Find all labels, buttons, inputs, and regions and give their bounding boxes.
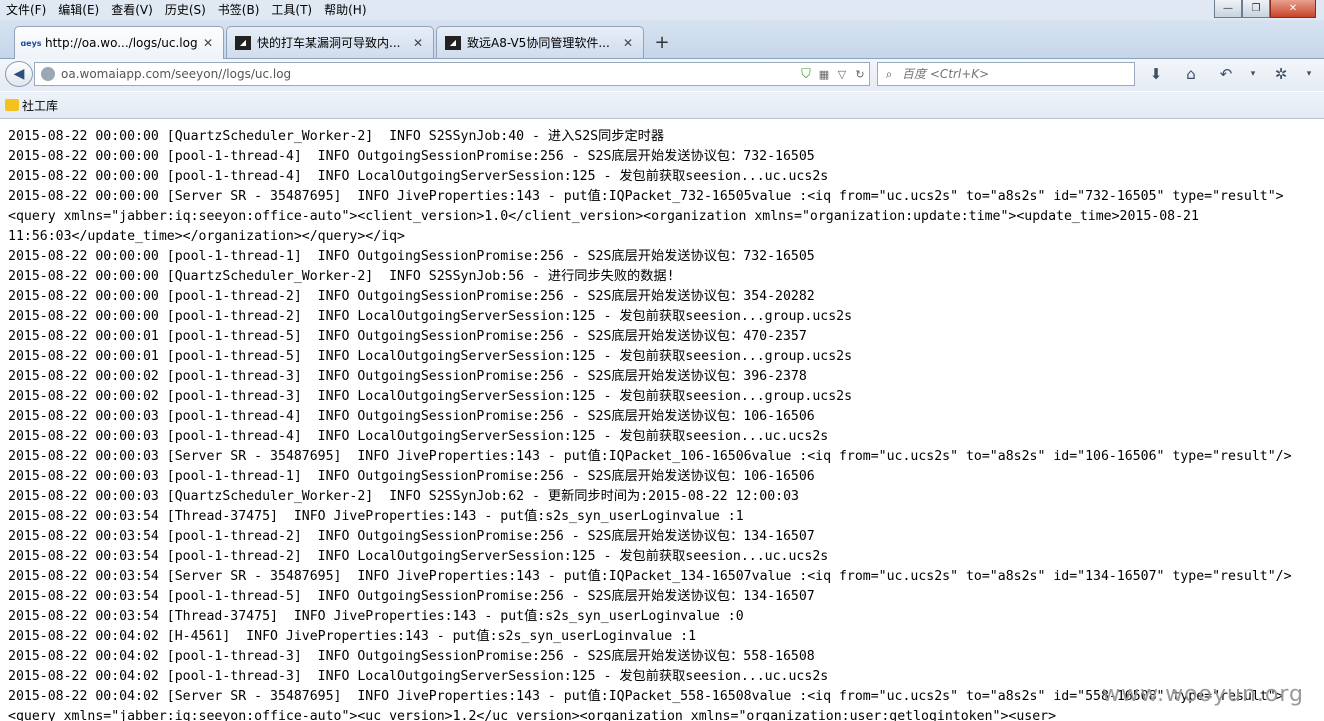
menu-view[interactable]: 查看(V) xyxy=(105,0,159,20)
bookmark-item[interactable]: 社工库 xyxy=(0,97,58,114)
tab-label: http://oa.wo.../logs/uc.log xyxy=(45,36,198,50)
bookmark-label: 社工库 xyxy=(22,98,59,113)
log-line: 2015-08-22 00:00:03 [Server SR - 3548769… xyxy=(8,449,1292,464)
tab-wooyun-1[interactable]: ◢ 快的打车某漏洞可导致内... ✕ xyxy=(226,26,434,58)
watermark: www.wooyun.org xyxy=(1102,682,1304,707)
log-line: 2015-08-22 00:00:00 [QuartzScheduler_Wor… xyxy=(8,129,665,144)
bookmarks-bar: 社工库 xyxy=(0,92,1324,119)
minimize-button[interactable]: — xyxy=(1214,0,1242,18)
address-bar[interactable]: oa.womaiapp.com/seeyon//logs/uc.log ⛉ ▦ … xyxy=(34,62,870,86)
log-line: <query xmlns="jabber:iq:seeyon:office-au… xyxy=(8,709,1057,721)
log-line: 11:56:03</update_time></organization></q… xyxy=(8,229,405,244)
wooyun-favicon-icon: ◢ xyxy=(445,35,461,50)
menu-tools[interactable]: 工具(T) xyxy=(265,0,318,20)
log-line: 2015-08-22 00:00:00 [pool-1-thread-2] IN… xyxy=(8,289,815,304)
new-tab-button[interactable]: + xyxy=(650,30,674,54)
log-line: 2015-08-22 00:03:54 [Server SR - 3548769… xyxy=(8,569,1292,584)
menu-icon[interactable]: ▾ xyxy=(1298,63,1320,85)
menu-file[interactable]: 文件(F) xyxy=(0,0,52,20)
url-text[interactable]: oa.womaiapp.com/seeyon//logs/uc.log xyxy=(61,67,797,81)
search-icon: ⌕ xyxy=(885,66,893,81)
log-line: 2015-08-22 00:00:03 [QuartzScheduler_Wor… xyxy=(8,489,799,504)
log-line: 2015-08-22 00:00:02 [pool-1-thread-3] IN… xyxy=(8,369,807,384)
menu-bar: 文件(F) 编辑(E) 查看(V) 历史(S) 书签(B) 工具(T) 帮助(H… xyxy=(0,0,1324,20)
menu-bookmarks[interactable]: 书签(B) xyxy=(212,0,266,20)
menu-edit[interactable]: 编辑(E) xyxy=(52,0,105,20)
log-line: 2015-08-22 00:03:54 [pool-1-thread-2] IN… xyxy=(8,549,829,564)
tab-bar: ɑeys http://oa.wo.../logs/uc.log ✕ ◢ 快的打… xyxy=(0,20,1324,59)
log-line: 2015-08-22 00:00:00 [pool-1-thread-2] IN… xyxy=(8,309,853,324)
dropdown-icon[interactable]: ▽ xyxy=(833,68,851,81)
menu-history[interactable]: 历史(S) xyxy=(159,0,212,20)
undo-icon[interactable]: ↶ xyxy=(1215,63,1237,85)
log-line: 2015-08-22 00:00:03 [pool-1-thread-1] IN… xyxy=(8,469,815,484)
close-tab-icon[interactable]: ✕ xyxy=(621,36,635,50)
log-line: 2015-08-22 00:00:03 [pool-1-thread-4] IN… xyxy=(8,429,829,444)
log-line: 2015-08-22 00:00:00 [QuartzScheduler_Wor… xyxy=(8,269,675,284)
globe-icon xyxy=(41,67,55,81)
log-line: 2015-08-22 00:03:54 [Thread-37475] INFO … xyxy=(8,509,744,524)
qr-code-icon[interactable]: ▦ xyxy=(815,68,833,81)
log-line: 2015-08-22 00:00:00 [pool-1-thread-4] IN… xyxy=(8,169,829,184)
wooyun-favicon-icon: ◢ xyxy=(235,35,251,50)
nav-bar: ◀ oa.womaiapp.com/seeyon//logs/uc.log ⛉ … xyxy=(0,59,1324,91)
download-icon[interactable]: ⬇ xyxy=(1145,63,1167,85)
maximize-button[interactable]: ❐ xyxy=(1242,0,1270,18)
log-line: 2015-08-22 00:00:01 [pool-1-thread-5] IN… xyxy=(8,329,807,344)
menu-help[interactable]: 帮助(H) xyxy=(318,0,372,20)
tab-uc-log[interactable]: ɑeys http://oa.wo.../logs/uc.log ✕ xyxy=(14,26,224,59)
page-content: 2015-08-22 00:00:00 [QuartzScheduler_Wor… xyxy=(0,119,1324,721)
back-button[interactable]: ◀ xyxy=(5,61,33,87)
log-line: 2015-08-22 00:00:00 [pool-1-thread-1] IN… xyxy=(8,249,815,264)
log-line: 2015-08-22 00:04:02 [H-4561] INFO JivePr… xyxy=(8,629,697,644)
extension-icon[interactable]: ✲ xyxy=(1270,63,1292,85)
seeyon-favicon-icon: ɑeys xyxy=(20,38,42,48)
tab-wooyun-2[interactable]: ◢ 致远A8-V5协同管理软件... ✕ xyxy=(436,26,644,58)
shield-icon[interactable]: ⛉ xyxy=(797,67,815,82)
log-text: 2015-08-22 00:00:00 [QuartzScheduler_Wor… xyxy=(0,119,1324,721)
log-line: 2015-08-22 00:03:54 [pool-1-thread-5] IN… xyxy=(8,589,815,604)
log-line: <query xmlns="jabber:iq:seeyon:office-au… xyxy=(8,209,1199,224)
chevron-down-icon[interactable]: ▾ xyxy=(1242,63,1264,85)
log-line: 2015-08-22 00:03:54 [pool-1-thread-2] IN… xyxy=(8,529,815,544)
search-box[interactable]: ⌕ xyxy=(877,62,1135,86)
reload-icon[interactable]: ↻ xyxy=(851,68,869,81)
window-controls: — ❐ ✕ xyxy=(1214,0,1316,18)
search-input[interactable] xyxy=(900,66,1124,82)
log-line: 2015-08-22 00:00:01 [pool-1-thread-5] IN… xyxy=(8,349,853,364)
log-line: 2015-08-22 00:00:00 [Server SR - 3548769… xyxy=(8,189,1284,204)
close-button[interactable]: ✕ xyxy=(1270,0,1316,18)
home-icon[interactable]: ⌂ xyxy=(1180,63,1202,85)
bookmark-icon xyxy=(5,99,19,111)
log-line: 2015-08-22 00:04:02 [pool-1-thread-3] IN… xyxy=(8,649,815,664)
close-tab-icon[interactable]: ✕ xyxy=(411,36,425,50)
tab-label: 快的打车某漏洞可导致内... xyxy=(257,36,401,50)
log-line: 2015-08-22 00:03:54 [Thread-37475] INFO … xyxy=(8,609,744,624)
log-line: 2015-08-22 00:00:02 [pool-1-thread-3] IN… xyxy=(8,389,853,404)
log-line: 2015-08-22 00:00:00 [pool-1-thread-4] IN… xyxy=(8,149,815,164)
close-tab-icon[interactable]: ✕ xyxy=(201,36,215,50)
tab-label: 致远A8-V5协同管理软件... xyxy=(467,36,610,50)
log-line: 2015-08-22 00:00:03 [pool-1-thread-4] IN… xyxy=(8,409,815,424)
